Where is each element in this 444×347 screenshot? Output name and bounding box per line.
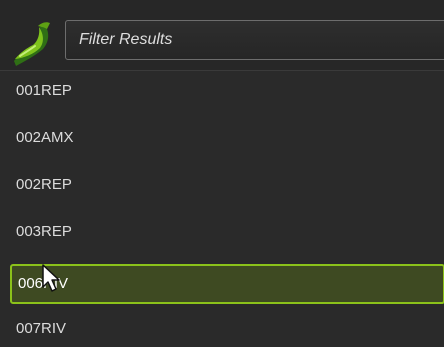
list-item-label: 002REP (16, 176, 72, 193)
list-item-002rep[interactable]: 002REP (0, 165, 444, 205)
list-item-label: 002AMX (16, 129, 74, 146)
list-item-label: 007RIV (16, 320, 67, 337)
filter-results-box[interactable] (65, 20, 444, 60)
list-item-label: 003REP (16, 223, 72, 240)
filter-results-input[interactable] (66, 21, 444, 59)
filter-bar (0, 0, 444, 70)
list-item-label: 006RIV (18, 275, 69, 292)
list-item-007riv[interactable]: 007RIV (0, 309, 444, 347)
logo-icon (14, 22, 50, 66)
list-item-006riv-selected[interactable]: 006RIV (10, 264, 444, 304)
list-item-label: 001REP (16, 82, 72, 99)
list-item-002amx[interactable]: 002AMX (0, 118, 444, 158)
app-window: 001REP 002AMX 002REP 003REP 006RIV 007RI… (0, 0, 444, 347)
list-item-001rep[interactable]: 001REP (0, 71, 444, 111)
results-list[interactable]: 001REP 002AMX 002REP 003REP 006RIV 007RI… (0, 71, 444, 347)
list-item-003rep[interactable]: 003REP (0, 212, 444, 252)
